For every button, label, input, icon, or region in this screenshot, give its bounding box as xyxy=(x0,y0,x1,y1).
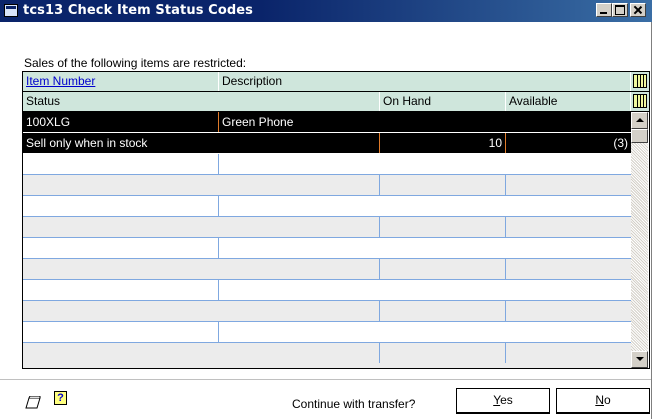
window-icon[interactable] xyxy=(4,4,18,17)
yes-label: es xyxy=(500,393,513,407)
item-number-cell[interactable] xyxy=(23,196,219,216)
window-title: tcs13 Check Item Status Codes xyxy=(23,3,254,18)
help-icon[interactable]: ? xyxy=(54,391,67,405)
scroll-down-icon[interactable] xyxy=(631,351,648,368)
item-number-cell[interactable] xyxy=(23,238,219,258)
status-cell[interactable] xyxy=(23,259,380,279)
no-hotkey: N xyxy=(595,393,604,407)
items-grid: Item Number Description Status On Hand A… xyxy=(22,71,650,369)
table-row[interactable] xyxy=(23,280,631,301)
item-number-cell[interactable]: 100XLG xyxy=(23,112,219,132)
transfer-prompt: Continue with transfer? xyxy=(292,397,416,411)
grid-header-row-2: Status On Hand Available xyxy=(23,92,649,112)
no-button[interactable]: No xyxy=(556,388,650,414)
table-row[interactable] xyxy=(23,154,631,175)
table-row[interactable]: Sell only when in stock 10 (3) xyxy=(23,133,631,154)
on-hand-cell[interactable] xyxy=(380,343,506,363)
expand-rows-icon[interactable] xyxy=(633,74,647,88)
yes-button[interactable]: Yes xyxy=(456,388,550,414)
on-hand-cell[interactable] xyxy=(380,175,506,195)
description-cell[interactable]: Green Phone xyxy=(219,112,631,132)
status-cell[interactable]: Sell only when in stock xyxy=(23,133,380,153)
status-cell[interactable] xyxy=(23,343,380,363)
close-button[interactable] xyxy=(630,3,646,17)
table-row[interactable] xyxy=(23,217,631,238)
available-cell[interactable]: (3) xyxy=(506,133,631,153)
dialog-window: tcs13 Check Item Status Codes Sales of t… xyxy=(0,0,652,419)
table-row[interactable] xyxy=(23,301,631,322)
collapse-rows-icon[interactable] xyxy=(633,94,647,108)
table-row[interactable] xyxy=(23,322,631,343)
item-number-cell[interactable] xyxy=(23,280,219,300)
restriction-caption: Sales of the following items are restric… xyxy=(24,56,247,70)
note-icon[interactable] xyxy=(25,396,41,409)
table-row[interactable]: 100XLG Green Phone xyxy=(23,112,631,133)
table-row[interactable] xyxy=(23,259,631,280)
column-header-item-number[interactable]: Item Number xyxy=(23,72,219,91)
grid-header-row-1: Item Number Description xyxy=(23,72,649,92)
on-hand-cell[interactable] xyxy=(380,301,506,321)
on-hand-cell[interactable] xyxy=(380,217,506,237)
scroll-up-icon[interactable] xyxy=(631,112,648,129)
column-header-status: Status xyxy=(23,92,380,111)
item-number-cell[interactable] xyxy=(23,154,219,174)
maximize-button[interactable] xyxy=(612,3,628,17)
scroll-thumb[interactable] xyxy=(631,129,648,143)
on-hand-cell[interactable] xyxy=(380,259,506,279)
table-row[interactable] xyxy=(23,238,631,259)
title-bar[interactable]: tcs13 Check Item Status Codes xyxy=(0,0,652,22)
table-row[interactable] xyxy=(23,175,631,196)
column-header-on-hand: On Hand xyxy=(380,92,506,111)
table-row[interactable] xyxy=(23,343,631,368)
status-cell[interactable] xyxy=(23,175,380,195)
vertical-scrollbar[interactable] xyxy=(631,112,648,368)
column-header-description: Description xyxy=(219,72,631,91)
minimize-button[interactable] xyxy=(596,3,612,17)
column-header-available: Available xyxy=(506,92,631,111)
footer-divider xyxy=(0,379,651,380)
no-label: o xyxy=(603,393,611,407)
status-cell[interactable] xyxy=(23,217,380,237)
status-cell[interactable] xyxy=(23,301,380,321)
item-number-cell[interactable] xyxy=(23,322,219,342)
on-hand-cell[interactable]: 10 xyxy=(380,133,506,153)
table-row[interactable] xyxy=(23,196,631,217)
